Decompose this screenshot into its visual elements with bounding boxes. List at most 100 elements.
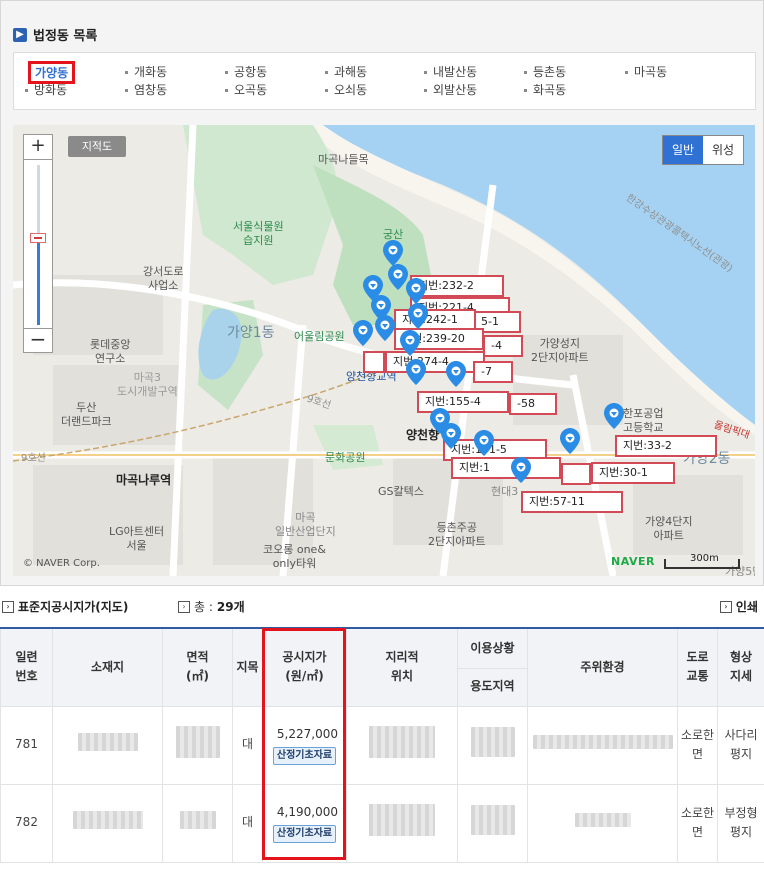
location-pin-icon[interactable] xyxy=(511,457,531,483)
zoom-in-button[interactable]: + xyxy=(24,135,52,159)
dong-item-gaehwa[interactable]: 개화동 xyxy=(125,63,167,80)
legal-dong-panel: ▶ 법정동 목록 가양동 개화동 공항동 과해동 내발산동 등촌동 마곡동 방화… xyxy=(0,0,764,586)
dong-label: 과해동 xyxy=(334,65,368,79)
dong-label: 오곡동 xyxy=(234,83,268,97)
dong-item-gonghang[interactable]: 공항동 xyxy=(225,63,267,80)
cell-shape: 부정형 평지 xyxy=(717,783,764,863)
dong-item-naebalsan[interactable]: 내발산동 xyxy=(424,63,477,80)
lot-label[interactable]: 지번:33-2 xyxy=(615,435,717,457)
location-pin-icon[interactable] xyxy=(406,278,426,304)
dong-item-banghwa[interactable]: 방화동 xyxy=(25,81,67,98)
map-label-eoul: 어울림공원 xyxy=(294,330,345,343)
map-label-hanil: 한포공업 고등학교 xyxy=(623,407,664,434)
dong-item-osoe[interactable]: 오쇠동 xyxy=(325,81,367,98)
location-pin-icon[interactable] xyxy=(474,430,494,456)
bullet-icon xyxy=(225,89,228,92)
redacted-block xyxy=(369,725,435,758)
location-pin-icon[interactable] xyxy=(560,428,580,454)
zoom-divider xyxy=(24,159,52,160)
header-geo: 지리적 위치 xyxy=(346,627,458,707)
header-shape: 형상 지세 xyxy=(717,627,764,707)
cell-serial: 782 xyxy=(0,783,53,863)
dong-item-ogok[interactable]: 오곡동 xyxy=(225,81,267,98)
header-area: 면적 (㎡) xyxy=(162,627,233,707)
price-value: 5,227,000 xyxy=(276,726,338,741)
lot-label[interactable] xyxy=(561,463,591,485)
count-label: 총 : xyxy=(194,600,213,614)
map-label-lotte: 롯데중앙 연구소 xyxy=(90,338,131,365)
zoom-slider-handle[interactable] xyxy=(30,233,46,243)
cell-geo xyxy=(346,705,458,785)
zoom-level-fill xyxy=(37,235,40,325)
map-type-toggle: 일반 위성 xyxy=(662,135,744,165)
bullet-icon xyxy=(524,71,527,74)
dong-item-yeomchang[interactable]: 염창동 xyxy=(125,81,167,98)
lot-label[interactable]: -4 xyxy=(483,335,523,357)
header-usage: 이용상황 xyxy=(457,627,528,669)
header-env: 주위환경 xyxy=(527,627,678,707)
print-label: 인쇄 xyxy=(735,600,758,614)
cadastral-map-button[interactable]: 지적도 xyxy=(68,136,126,157)
cell-price: 4,190,000 산정기초자료 xyxy=(262,783,347,863)
location-pin-icon[interactable] xyxy=(441,423,461,449)
redacted-block xyxy=(574,812,631,827)
dong-item-oebalsan[interactable]: 외발산동 xyxy=(424,81,477,98)
cell-env xyxy=(527,783,678,863)
dong-label: 화곡동 xyxy=(533,83,567,97)
map-label-gayangseongji: 가양성지 2단지아파트 xyxy=(531,337,589,364)
location-pin-icon[interactable] xyxy=(375,315,395,341)
location-pin-icon[interactable] xyxy=(353,320,373,346)
table-row[interactable]: 782 대 4,190,000 산정기초자료 소로한 면 부정형 평지 xyxy=(0,783,764,863)
location-pin-icon[interactable] xyxy=(604,403,624,429)
dong-list: 가양동 개화동 공항동 과해동 내발산동 등촌동 마곡동 방화동 염창동 오곡동… xyxy=(13,52,756,110)
chevron-right-icon: ▶ xyxy=(13,27,27,42)
bullet-icon xyxy=(125,89,128,92)
map-label-magok3: 마곡3 도시개발구역 xyxy=(117,371,178,398)
dong-label: 오쇠동 xyxy=(334,83,368,97)
dong-item-deungchon[interactable]: 등촌동 xyxy=(524,63,566,80)
scale-bar xyxy=(664,559,740,569)
lot-label[interactable]: -58 xyxy=(509,393,557,415)
cell-shape: 사다리 평지 xyxy=(717,705,764,785)
location-pin-icon[interactable] xyxy=(406,359,426,385)
lot-label[interactable] xyxy=(363,351,385,373)
bullet-icon xyxy=(25,89,28,92)
location-pin-icon[interactable] xyxy=(388,264,408,290)
zoom-out-button[interactable]: − xyxy=(24,328,52,352)
price-value: 4,190,000 xyxy=(276,804,338,819)
cell-location xyxy=(52,783,163,863)
location-pin-icon[interactable] xyxy=(446,361,466,387)
dong-item-gwahae[interactable]: 과해동 xyxy=(325,63,367,80)
location-pin-icon[interactable] xyxy=(383,240,403,266)
bullet-icon xyxy=(524,89,527,92)
map-type-general-button[interactable]: 일반 xyxy=(663,136,703,164)
print-button[interactable]: › 인쇄 xyxy=(719,598,758,615)
land-price-table: 일련 번호 소재지 면적 (㎡) 지목 공시지가 (원/㎡) 지리적 위치 이용… xyxy=(0,627,764,863)
map-label-line9-west: 9호선 xyxy=(21,453,46,464)
list-title: › 표준지공시지가(지도) xyxy=(2,598,128,615)
cell-jimok: 대 xyxy=(232,783,263,863)
section-title: 법정동 목록 xyxy=(33,29,98,44)
result-count: › 총 : 29개 xyxy=(178,598,245,615)
calc-basis-button[interactable]: 산정기초자료 xyxy=(272,747,337,766)
naver-logo: NAVER xyxy=(611,555,655,568)
map-view[interactable]: 마곡나들목 서울식물원 습지원 강서도로 사업소 롯데중앙 연구소 마곡3 도시… xyxy=(13,125,755,576)
lot-label[interactable]: 지번:30-1 xyxy=(591,462,675,484)
dong-item-magok[interactable]: 마곡동 xyxy=(625,63,667,80)
dong-label: 공항동 xyxy=(234,65,268,79)
map-label-gayang1: 가양1동 xyxy=(227,325,275,341)
lot-label[interactable]: 지번:57-11 xyxy=(521,491,623,513)
table-row[interactable]: 781 대 5,227,000 산정기초자료 소로한 면 사다리 평지 xyxy=(0,705,764,785)
lot-label[interactable]: 지번:1 xyxy=(451,457,561,479)
bullet-icon xyxy=(325,71,328,74)
section-header: ▶ 법정동 목록 xyxy=(13,25,97,44)
dong-item-hwagok[interactable]: 화곡동 xyxy=(524,81,566,98)
calc-basis-button[interactable]: 산정기초자료 xyxy=(272,825,337,844)
redacted-block xyxy=(470,804,515,835)
map-label-gayang4: 가양4단지 아파트 xyxy=(645,515,693,542)
cell-road: 소로한 면 xyxy=(677,783,718,863)
lot-label[interactable]: -7 xyxy=(473,361,513,383)
location-pin-icon[interactable] xyxy=(408,303,428,329)
map-type-satellite-button[interactable]: 위성 xyxy=(703,136,743,164)
location-pin-icon[interactable] xyxy=(400,330,420,356)
